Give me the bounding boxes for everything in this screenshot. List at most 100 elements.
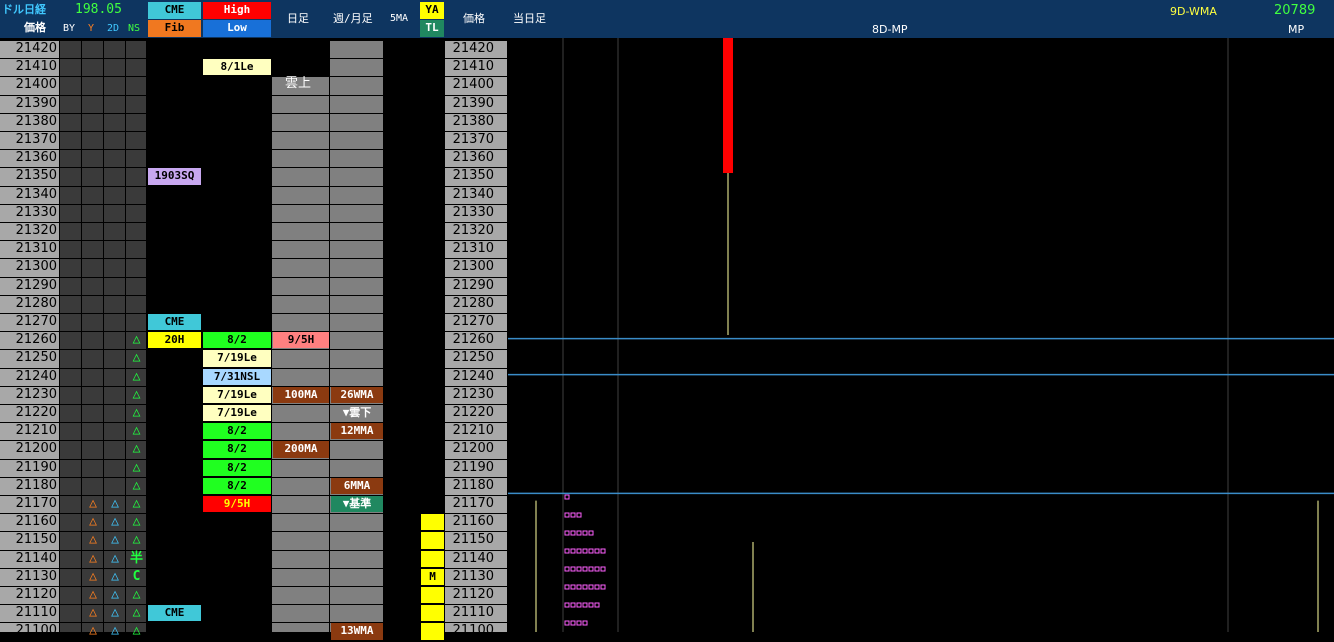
level-cell: 8/2 <box>203 332 271 349</box>
price-cell-right: 21200 <box>452 441 494 457</box>
row-divider <box>0 240 508 242</box>
signal-mark: △ <box>132 532 141 548</box>
price-cell: 21180 <box>15 477 57 493</box>
cme-header: CME <box>148 2 201 19</box>
level-cell: 7/19Le <box>203 386 271 403</box>
price-cell: 21200 <box>15 441 57 457</box>
price-cell: 21340 <box>15 186 57 202</box>
price-cell-right: 21120 <box>452 587 494 602</box>
level-cell <box>421 605 444 622</box>
price-cell: 21390 <box>15 95 57 111</box>
profile-tick <box>564 530 570 536</box>
today-header: 当日足 <box>513 12 546 25</box>
price-cell-right: 21240 <box>452 368 494 384</box>
five-ma-header: 5MA <box>390 13 409 24</box>
row-divider <box>0 185 508 187</box>
price-cell: 21210 <box>15 423 57 439</box>
level-cell: ▼雲下 <box>331 405 383 422</box>
profile-tick <box>594 584 600 590</box>
level-cell: 8/2 <box>203 459 271 476</box>
signal-mark: △ <box>132 587 141 602</box>
price-cell-right: 21390 <box>452 95 494 111</box>
price-header: 価格 <box>24 21 46 34</box>
price-cell-right: 21400 <box>452 77 494 93</box>
price-cell-right: 21300 <box>452 259 494 275</box>
column-wk <box>330 40 384 632</box>
high-header: High <box>203 2 271 19</box>
col-ns-header: NS <box>128 23 141 34</box>
profile-tick <box>582 548 588 554</box>
row-divider <box>0 40 508 41</box>
candle-body <box>723 38 733 173</box>
cloud-label: 雲上 <box>285 76 312 92</box>
col-2d-header: 2D <box>107 23 120 34</box>
signal-mark: △ <box>89 514 97 530</box>
price-cell-right: 21180 <box>452 477 494 493</box>
profile-tick <box>576 548 582 554</box>
row-divider <box>0 76 508 78</box>
profile-tick <box>576 584 582 590</box>
price-cell-right: 21360 <box>452 150 494 166</box>
level-cell: 6MMA <box>331 477 383 494</box>
level-cell: 7/19Le <box>203 405 271 422</box>
profile-tick <box>570 584 576 590</box>
level-cell <box>421 623 444 640</box>
profile-tick <box>576 512 582 518</box>
level-cell <box>421 532 444 549</box>
signal-mark: △ <box>89 623 97 639</box>
price-cell-right: 21350 <box>452 168 494 184</box>
level-cell: 8/2 <box>203 441 271 458</box>
price-cell: 21360 <box>15 150 57 166</box>
price-cell-right: 21420 <box>452 41 494 56</box>
price-cell: 21260 <box>15 332 57 348</box>
row-divider <box>0 203 508 205</box>
profile-tick <box>588 530 594 536</box>
profile-tick <box>582 584 588 590</box>
signal-mark: △ <box>132 350 141 366</box>
price-cell-right: 21150 <box>452 532 494 548</box>
signal-mark: △ <box>111 568 119 584</box>
level-cell: 20H <box>148 332 201 349</box>
price-cell: 21240 <box>15 368 57 384</box>
level-cell <box>421 514 444 531</box>
profile-tick <box>588 548 594 554</box>
price-cell-right: 21410 <box>452 59 494 75</box>
profile-tick <box>588 584 594 590</box>
col-by-header: BY <box>63 23 76 34</box>
signal-mark: △ <box>111 623 119 639</box>
signal-mark: △ <box>111 605 119 621</box>
tl-header: TL <box>420 20 444 37</box>
today-chart <box>508 38 1334 632</box>
profile-tick <box>594 566 600 572</box>
signal-mark: △ <box>132 605 141 621</box>
profile-tick <box>570 530 576 536</box>
level-cell: 200MA <box>273 441 329 458</box>
signal-mark: △ <box>132 477 141 493</box>
row-divider <box>0 167 508 169</box>
level-cell: 9/5H <box>203 496 271 513</box>
price-cell-right: 21270 <box>452 314 494 329</box>
row-divider <box>0 258 508 260</box>
title-label: ドル日経 <box>2 3 46 16</box>
profile-tick <box>576 566 582 572</box>
profile-tick <box>564 584 570 590</box>
price-cell: 21380 <box>15 113 57 129</box>
profile-tick <box>564 620 570 626</box>
mp-label: MP <box>1288 23 1305 36</box>
price-cell: 21350 <box>15 168 57 184</box>
column-ma5 <box>384 40 420 632</box>
ya-header: YA <box>420 2 444 19</box>
row-divider <box>0 222 508 223</box>
profile-tick <box>564 566 570 572</box>
price-cell-right: 21160 <box>452 514 494 530</box>
profile-tick <box>564 548 570 554</box>
price-cell: 21410 <box>15 59 57 75</box>
profile-tick <box>588 602 594 608</box>
signal-mark: △ <box>132 441 141 457</box>
level-cell: 100MA <box>273 386 329 403</box>
signal-mark: △ <box>111 496 119 511</box>
profile-tick <box>564 602 570 608</box>
signal-mark: △ <box>111 587 119 602</box>
price-cell-right: 21210 <box>452 423 494 439</box>
price-cell-right: 21110 <box>452 605 494 621</box>
